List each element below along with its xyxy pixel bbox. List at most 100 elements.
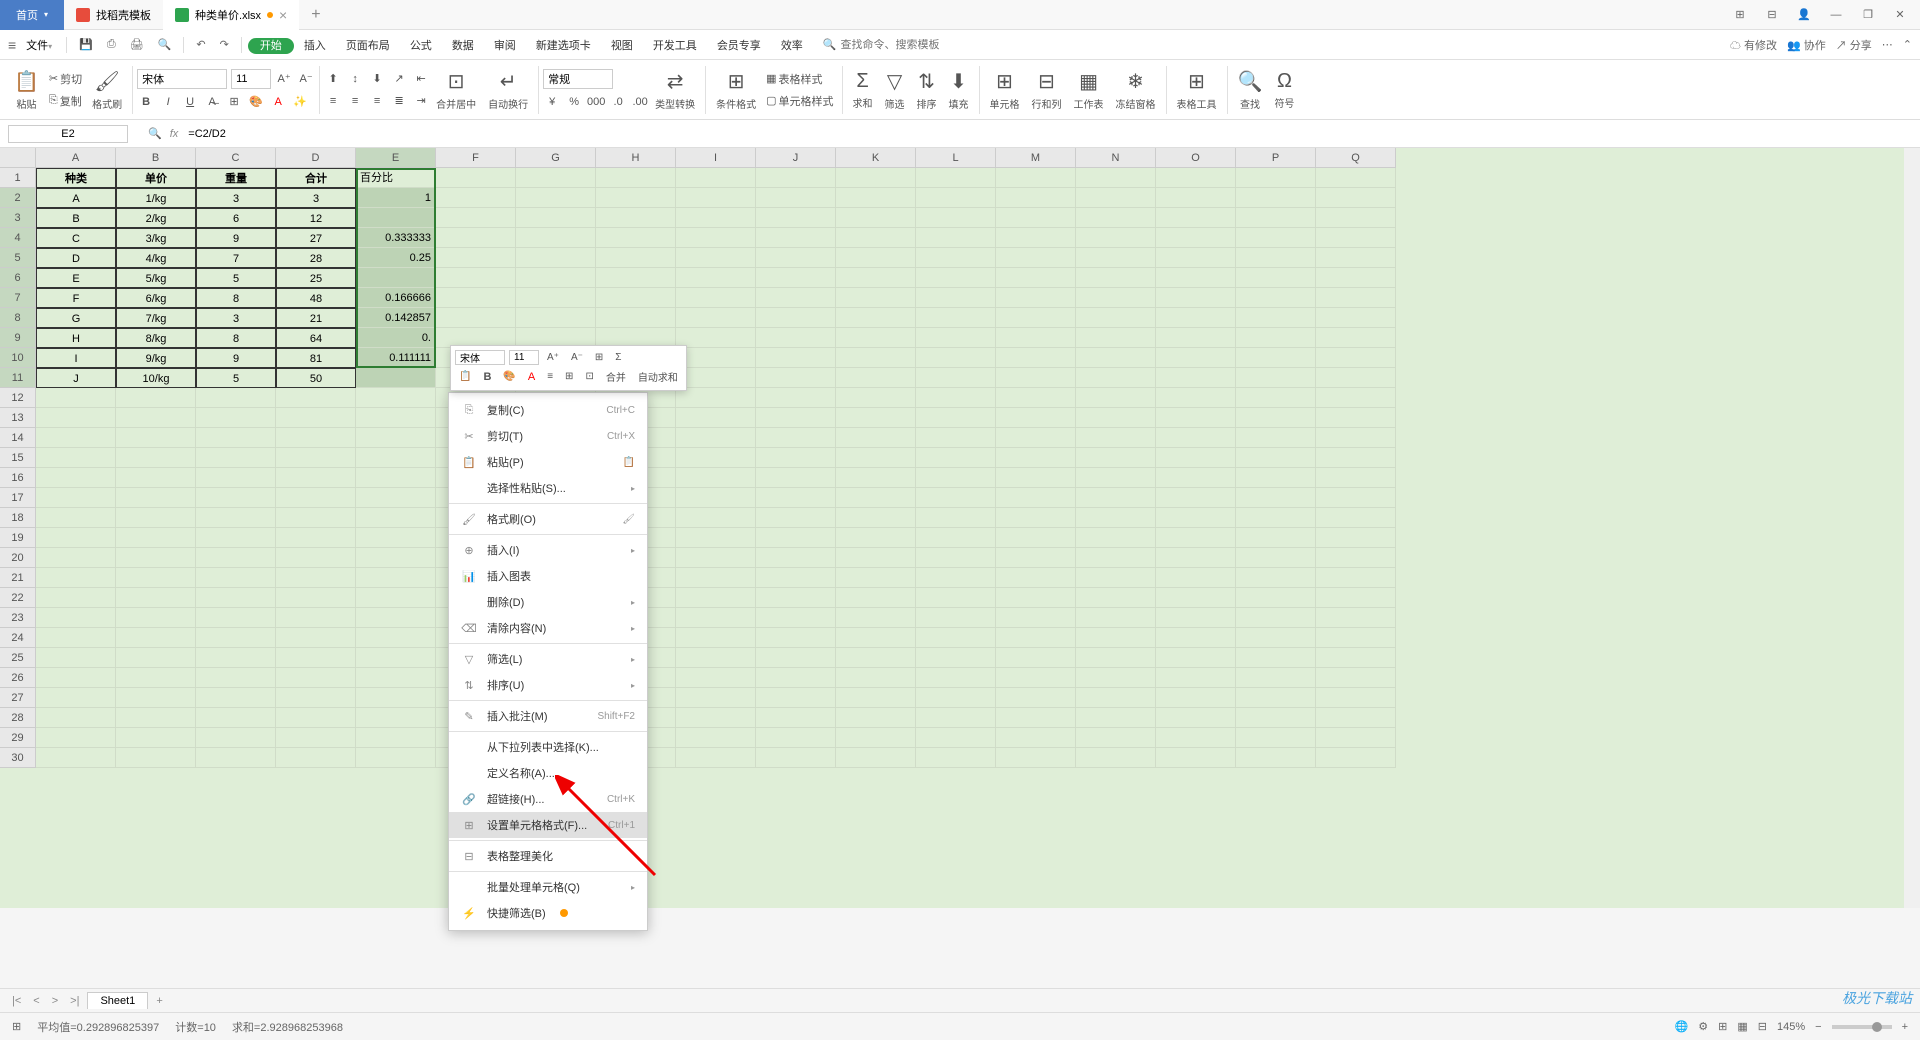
cell-empty[interactable] bbox=[436, 188, 516, 208]
cell-A1[interactable]: 种类 bbox=[36, 168, 116, 188]
strike-icon[interactable]: A̶ bbox=[203, 93, 221, 111]
context-menu-item-10[interactable]: ⌫清除内容(N)▸ bbox=[449, 615, 647, 641]
cell-empty[interactable] bbox=[836, 668, 916, 688]
cell-empty[interactable] bbox=[996, 468, 1076, 488]
cell-empty[interactable] bbox=[996, 308, 1076, 328]
cell-A7[interactable]: F bbox=[36, 288, 116, 308]
cell-empty[interactable] bbox=[916, 188, 996, 208]
col-header-I[interactable]: I bbox=[676, 148, 756, 168]
cell-empty[interactable] bbox=[1076, 748, 1156, 768]
cell-empty[interactable] bbox=[1076, 648, 1156, 668]
cell-empty[interactable] bbox=[756, 268, 836, 288]
cell-empty[interactable] bbox=[1076, 448, 1156, 468]
cell-B10[interactable]: 9/kg bbox=[116, 348, 196, 368]
cell-empty[interactable] bbox=[1156, 228, 1236, 248]
cell-empty[interactable] bbox=[276, 408, 356, 428]
cell-empty[interactable] bbox=[996, 588, 1076, 608]
cell-empty[interactable] bbox=[916, 388, 996, 408]
cell-empty[interactable] bbox=[1316, 308, 1396, 328]
effects-icon[interactable]: ✨ bbox=[291, 93, 309, 111]
cell-empty[interactable] bbox=[596, 208, 676, 228]
cell-empty[interactable] bbox=[276, 668, 356, 688]
cell-empty[interactable] bbox=[996, 708, 1076, 728]
cell-empty[interactable] bbox=[356, 548, 436, 568]
cell-empty[interactable] bbox=[196, 688, 276, 708]
cell-empty[interactable] bbox=[676, 668, 756, 688]
file-tab[interactable]: 种类单价.xlsx× bbox=[163, 0, 299, 30]
cut-button[interactable]: ✂剪切 bbox=[45, 69, 86, 89]
symbol-button[interactable]: Ω符号 bbox=[1268, 70, 1300, 110]
apps-icon[interactable]: ⊟ bbox=[1760, 3, 1784, 27]
cell-empty[interactable] bbox=[196, 668, 276, 688]
cell-empty[interactable] bbox=[116, 748, 196, 768]
cell-empty[interactable] bbox=[1236, 528, 1316, 548]
indent-inc-icon[interactable]: ⇥ bbox=[412, 92, 430, 110]
cell-empty[interactable] bbox=[116, 448, 196, 468]
cell-empty[interactable] bbox=[1076, 288, 1156, 308]
cell-empty[interactable] bbox=[756, 308, 836, 328]
cell-B3[interactable]: 2/kg bbox=[116, 208, 196, 228]
context-menu-item-12[interactable]: ▽筛选(L)▸ bbox=[449, 646, 647, 672]
row-header-13[interactable]: 13 bbox=[0, 408, 36, 428]
mini-merge-label[interactable]: 合并 bbox=[602, 367, 630, 386]
cell-empty[interactable] bbox=[916, 708, 996, 728]
cell-empty[interactable] bbox=[1236, 368, 1316, 388]
cell-D2[interactable]: 3 bbox=[276, 188, 356, 208]
cell-empty[interactable] bbox=[1156, 688, 1236, 708]
cell-empty[interactable] bbox=[1316, 348, 1396, 368]
cell-empty[interactable] bbox=[276, 388, 356, 408]
cell-empty[interactable] bbox=[996, 508, 1076, 528]
layout-icon[interactable]: ⊞ bbox=[1728, 3, 1752, 27]
cell-empty[interactable] bbox=[676, 188, 756, 208]
cell-empty[interactable] bbox=[1156, 388, 1236, 408]
cell-empty[interactable] bbox=[1316, 568, 1396, 588]
col-header-A[interactable]: A bbox=[36, 148, 116, 168]
cell-empty[interactable] bbox=[1076, 688, 1156, 708]
cell-empty[interactable] bbox=[1236, 288, 1316, 308]
cell-empty[interactable] bbox=[1236, 648, 1316, 668]
cell-empty[interactable] bbox=[196, 568, 276, 588]
menu-tab-9[interactable]: 会员专享 bbox=[707, 40, 771, 52]
sheet-nav-last-icon[interactable]: >| bbox=[66, 995, 83, 1007]
cell-empty[interactable] bbox=[516, 248, 596, 268]
cell-empty[interactable] bbox=[756, 648, 836, 668]
table-style-button[interactable]: ▦表格样式 bbox=[762, 69, 837, 89]
cell-empty[interactable] bbox=[1156, 528, 1236, 548]
cell-empty[interactable] bbox=[836, 388, 916, 408]
align-bottom-icon[interactable]: ⬇ bbox=[368, 70, 386, 88]
cell-empty[interactable] bbox=[916, 268, 996, 288]
cell-empty[interactable] bbox=[1156, 308, 1236, 328]
cell-empty[interactable] bbox=[36, 388, 116, 408]
cell-empty[interactable] bbox=[1316, 488, 1396, 508]
increase-font-icon[interactable]: A⁺ bbox=[275, 70, 293, 88]
cell-empty[interactable] bbox=[756, 688, 836, 708]
cell-empty[interactable] bbox=[276, 608, 356, 628]
cell-B1[interactable]: 单价 bbox=[116, 168, 196, 188]
cell-empty[interactable] bbox=[356, 448, 436, 468]
cell-C5[interactable]: 7 bbox=[196, 248, 276, 268]
cell-empty[interactable] bbox=[1316, 248, 1396, 268]
cell-empty[interactable] bbox=[996, 528, 1076, 548]
cell-empty[interactable] bbox=[836, 188, 916, 208]
cell-empty[interactable] bbox=[996, 608, 1076, 628]
sheet-nav-first-icon[interactable]: |< bbox=[8, 995, 25, 1007]
cell-empty[interactable] bbox=[1316, 188, 1396, 208]
cell-empty[interactable] bbox=[596, 248, 676, 268]
cell-empty[interactable] bbox=[756, 348, 836, 368]
row-header-14[interactable]: 14 bbox=[0, 428, 36, 448]
row-header-11[interactable]: 11 bbox=[0, 368, 36, 388]
cell-D11[interactable]: 50 bbox=[276, 368, 356, 388]
cell-empty[interactable] bbox=[196, 548, 276, 568]
cell-empty[interactable] bbox=[36, 728, 116, 748]
table-tools-button[interactable]: ⊞表格工具 bbox=[1171, 69, 1223, 111]
cell-empty[interactable] bbox=[276, 488, 356, 508]
cell-empty[interactable] bbox=[276, 708, 356, 728]
cell-empty[interactable] bbox=[276, 648, 356, 668]
cell-empty[interactable] bbox=[356, 528, 436, 548]
orientation-icon[interactable]: ↗ bbox=[390, 70, 408, 88]
cell-empty[interactable] bbox=[276, 728, 356, 748]
cell-A9[interactable]: H bbox=[36, 328, 116, 348]
zoom-value[interactable]: 145% bbox=[1777, 1021, 1805, 1033]
cell-empty[interactable] bbox=[1156, 468, 1236, 488]
cell-empty[interactable] bbox=[916, 588, 996, 608]
